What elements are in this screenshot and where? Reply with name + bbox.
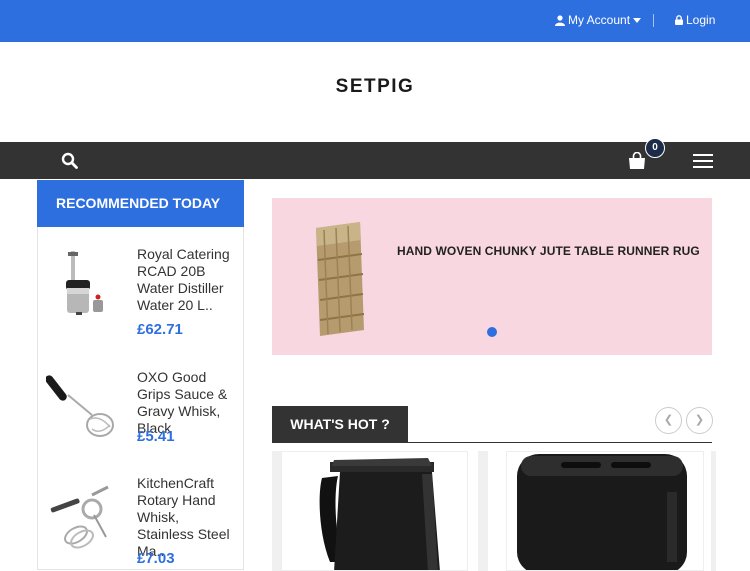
product-image-distiller[interactable] (46, 246, 126, 326)
caret-down-icon (633, 17, 642, 23)
topbar-divider (653, 14, 654, 27)
my-account-label: My Account (568, 13, 631, 27)
carousel-card-edge (711, 451, 716, 571)
login-label: Login (686, 13, 716, 27)
my-account-menu[interactable]: My Account (555, 13, 642, 27)
toaster-image (517, 454, 687, 570)
search-button[interactable] (61, 152, 78, 174)
recommended-title: RECOMMENDED TODAY (37, 180, 244, 227)
product-price: £5.41 (137, 428, 175, 445)
chevron-left-icon: ❮ (663, 414, 674, 426)
product-name[interactable]: KitchenCraft Rotary Hand Whisk, Stainles… (137, 475, 237, 560)
carousel-card-edge (478, 451, 488, 571)
product-name[interactable]: OXO Good Grips Sauce & Gravy Whisk, Blac… (137, 369, 237, 437)
site-logo[interactable]: SETPIG (0, 76, 750, 98)
lock-icon (675, 15, 683, 25)
slider-dot-active[interactable] (487, 327, 497, 337)
product-card-toaster[interactable] (506, 451, 704, 571)
hamburger-icon (693, 154, 713, 156)
user-icon (555, 14, 565, 26)
product-card-kettle[interactable] (281, 451, 468, 571)
search-icon (61, 152, 78, 169)
product-name[interactable]: Royal Catering RCAD 20B Water Distiller … (137, 246, 237, 314)
login-link[interactable]: Login (675, 13, 715, 27)
jute-rug-image (310, 220, 370, 345)
cart-button[interactable] (628, 151, 646, 174)
banner-caption: HAND WOVEN CHUNKY JUTE TABLE RUNNER RUG (397, 244, 700, 258)
product-price: £7.03 (137, 550, 175, 567)
menu-toggle-button[interactable] (693, 154, 713, 168)
whats-hot-title: WHAT'S HOT ? (272, 406, 408, 443)
chevron-right-icon: ❯ (694, 414, 705, 426)
whats-hot-underline (272, 442, 712, 443)
shopping-bag-icon (629, 151, 645, 169)
product-image-whisk[interactable] (45, 369, 126, 449)
carousel-prev-button[interactable]: ❮ (655, 407, 682, 434)
promo-banner-slide[interactable]: HAND WOVEN CHUNKY JUTE TABLE RUNNER RUG (272, 198, 712, 355)
recommended-sidebar: RECOMMENDED TODAY Royal Catering RCAD 20… (37, 180, 244, 570)
kettle-image (319, 458, 440, 570)
product-image-rotary-whisk[interactable] (46, 475, 126, 555)
main-nav-bar: 0 (0, 138, 750, 179)
top-bar: My Account Login (0, 0, 750, 42)
product-price: £62.71 (137, 321, 183, 338)
carousel-next-button[interactable]: ❯ (686, 407, 713, 434)
cart-count-badge: 0 (645, 138, 665, 158)
